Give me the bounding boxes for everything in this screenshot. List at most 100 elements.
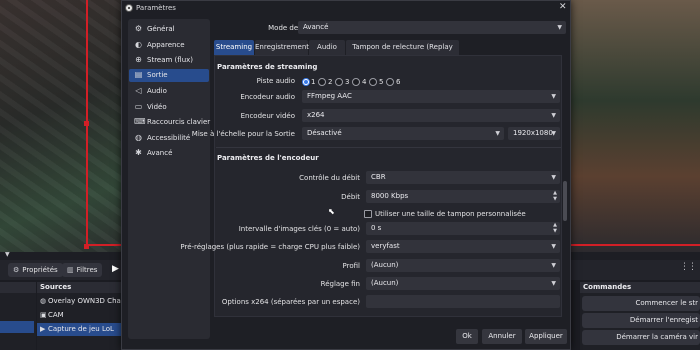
bitrate-spinbox[interactable]: 8000 Kbps ▲ ▼ xyxy=(366,190,560,203)
sidebar-item-label: Avancé xyxy=(147,149,173,157)
audio-track-radio-5[interactable] xyxy=(369,78,377,86)
keyframe-spinbox[interactable]: 0 s ▲ ▼ xyxy=(366,222,560,235)
accessibility-icon: ◍ xyxy=(135,133,142,142)
spinner-arrows-icon[interactable]: ▲ ▼ xyxy=(553,222,557,234)
sidebar-item-label: Vidéo xyxy=(147,103,167,111)
audio-track-radio-2[interactable] xyxy=(318,78,326,86)
preset-select[interactable]: veryfast ▼ xyxy=(366,240,560,253)
audio-track-radio-label: 6 xyxy=(396,78,401,86)
custom-buffer-checkbox[interactable] xyxy=(364,210,372,218)
video-encoder-select[interactable]: x264 ▼ xyxy=(302,109,560,122)
tab-recording[interactable]: Enregistrement xyxy=(255,40,309,55)
globe-icon: ⊕ xyxy=(135,55,142,64)
keyframe-value: 0 s xyxy=(371,224,382,232)
sidebar-item-label: Audio xyxy=(147,87,167,95)
settings-scrollbar[interactable] xyxy=(563,181,567,221)
audio-track-radio-label: 4 xyxy=(362,78,367,86)
audio-track-radio-label: 2 xyxy=(328,78,333,86)
rate-control-select[interactable]: CBR ▼ xyxy=(366,171,560,184)
more-options-icon[interactable]: ⋮⋮ xyxy=(680,262,697,272)
start-recording-button[interactable]: Démarrer l'enregist xyxy=(582,313,700,328)
source-label: CAM xyxy=(48,311,64,319)
source-item[interactable]: ▣CAM xyxy=(37,309,121,322)
tab-audio[interactable]: Audio xyxy=(309,40,345,55)
preset-value: veryfast xyxy=(371,242,400,250)
sidebar-item-advanced[interactable]: ✱ Avancé xyxy=(129,147,209,160)
output-mode-value: Avancé xyxy=(303,23,329,31)
controls-title: Commandes xyxy=(583,283,632,291)
sidebar-item-label: Sortie xyxy=(147,71,168,79)
chevron-down-icon: ▼ xyxy=(557,24,562,31)
spinner-arrows-icon[interactable]: ▲ ▼ xyxy=(553,190,557,202)
resize-handle[interactable] xyxy=(84,244,89,249)
video-encoder-label: Encodeur vidéo xyxy=(240,112,295,120)
sources-list: ◍Overlay OWN3D Champio ▣CAM ▶Capture de … xyxy=(37,293,121,350)
chevron-down-icon: ▼ xyxy=(551,174,556,181)
tab-streaming[interactable]: Streaming xyxy=(214,40,254,55)
video-encoder-value: x264 xyxy=(307,111,325,119)
window-title: Paramètres xyxy=(136,4,176,12)
start-virtual-camera-button[interactable]: Démarrer la caméra vir xyxy=(582,330,700,345)
start-streaming-button[interactable]: Commencer le str xyxy=(582,296,700,311)
sidebar-item-hotkeys[interactable]: ⌨ Raccourcis clavier xyxy=(129,116,210,129)
audio-encoder-select[interactable]: FFmpeg AAC ▼ xyxy=(302,90,560,103)
rescale-value: Désactivé xyxy=(307,129,342,137)
scene-item-selected[interactable] xyxy=(0,321,34,333)
encoder-section-title: Paramètres de l'encodeur xyxy=(217,154,319,162)
rescale-resolution-select[interactable]: 1920x1080 ▼ xyxy=(508,127,560,140)
sidebar-item-label: Accessibilité xyxy=(147,134,191,142)
sources-title: Sources xyxy=(40,283,72,291)
ok-button[interactable]: Ok xyxy=(456,329,478,344)
chevron-down-icon: ▼ xyxy=(551,130,556,137)
output-icon: ▤ xyxy=(134,70,143,79)
sidebar-item-output[interactable]: ▤ Sortie xyxy=(129,69,209,82)
keyboard-icon: ⌨ xyxy=(134,117,146,126)
properties-button[interactable]: ⚙ Propriétés xyxy=(8,263,63,277)
audio-track-radio-1[interactable] xyxy=(302,78,310,86)
wrench-icon: ✱ xyxy=(135,148,142,157)
streaming-section-title: Paramètres de streaming xyxy=(217,63,318,71)
apply-button[interactable]: Appliquer xyxy=(525,329,567,344)
sidebar-item-audio[interactable]: ◁ Audio xyxy=(129,85,209,98)
sidebar-item-label: Général xyxy=(147,25,175,33)
streaming-tab-content: Paramètres de streaming Piste audio 1 2 … xyxy=(180,55,562,317)
audio-track-radio-6[interactable] xyxy=(386,78,394,86)
output-mode-select[interactable]: Avancé ▼ xyxy=(298,21,566,34)
sources-panel-header: Sources xyxy=(37,282,121,293)
x264-options-input[interactable] xyxy=(366,295,560,308)
play-icon[interactable]: ▶ xyxy=(112,264,119,274)
tab-replay-buffer[interactable]: Tampon de relecture (Replay Buffer) xyxy=(346,40,459,66)
sidebar-item-video[interactable]: ▭ Vidéo xyxy=(129,101,209,114)
filter-icon: ▥ xyxy=(67,266,74,274)
audio-encoder-label: Encodeur audio xyxy=(240,93,295,101)
tune-value: (Aucun) xyxy=(371,279,399,287)
rescale-select[interactable]: Désactivé ▼ xyxy=(302,127,504,140)
speaker-icon: ◁ xyxy=(135,86,142,95)
audio-track-radio-label: 3 xyxy=(345,78,350,86)
globe-icon: ◍ xyxy=(40,297,47,305)
audio-track-radio-3[interactable] xyxy=(335,78,343,86)
preset-label: Pré-réglages (plus rapide = charge CPU p… xyxy=(180,243,360,251)
source-item-selected[interactable]: ▶ Capture de jeu LoL xyxy=(37,323,121,336)
controls-panel: Commencer le str Démarrer l'enregist Dém… xyxy=(580,293,700,350)
source-item[interactable]: ◍Overlay OWN3D Champio xyxy=(37,295,121,308)
audio-track-label: Piste audio xyxy=(256,77,295,85)
sidebar-item-appearance[interactable]: ◐ Apparence xyxy=(129,39,209,52)
sidebar-item-general[interactable]: ⚙ Général xyxy=(129,23,209,36)
tune-select[interactable]: (Aucun) ▼ xyxy=(366,277,560,290)
audio-track-radio-label: 5 xyxy=(379,78,384,86)
sidebar-item-label: Stream (flux) xyxy=(147,56,194,64)
gear-icon: ⚙ xyxy=(134,24,143,33)
keyframe-label: Intervalle d'images clés (0 = auto) xyxy=(238,225,360,233)
filters-button[interactable]: ▥ Filtres xyxy=(62,263,103,277)
close-icon[interactable]: ✕ xyxy=(559,2,567,12)
chevron-down-icon: ▼ xyxy=(495,130,500,137)
sidebar-item-stream[interactable]: ⊕ Stream (flux) xyxy=(129,54,209,67)
profile-value: (Aucun) xyxy=(371,261,399,269)
cancel-button[interactable]: Annuler xyxy=(482,329,522,344)
audio-encoder-value: FFmpeg AAC xyxy=(307,92,352,100)
collapse-icon[interactable]: ▼ xyxy=(5,251,10,258)
audio-track-radio-4[interactable] xyxy=(352,78,360,86)
profile-select[interactable]: (Aucun) ▼ xyxy=(366,259,560,272)
resize-handle[interactable] xyxy=(84,121,89,126)
